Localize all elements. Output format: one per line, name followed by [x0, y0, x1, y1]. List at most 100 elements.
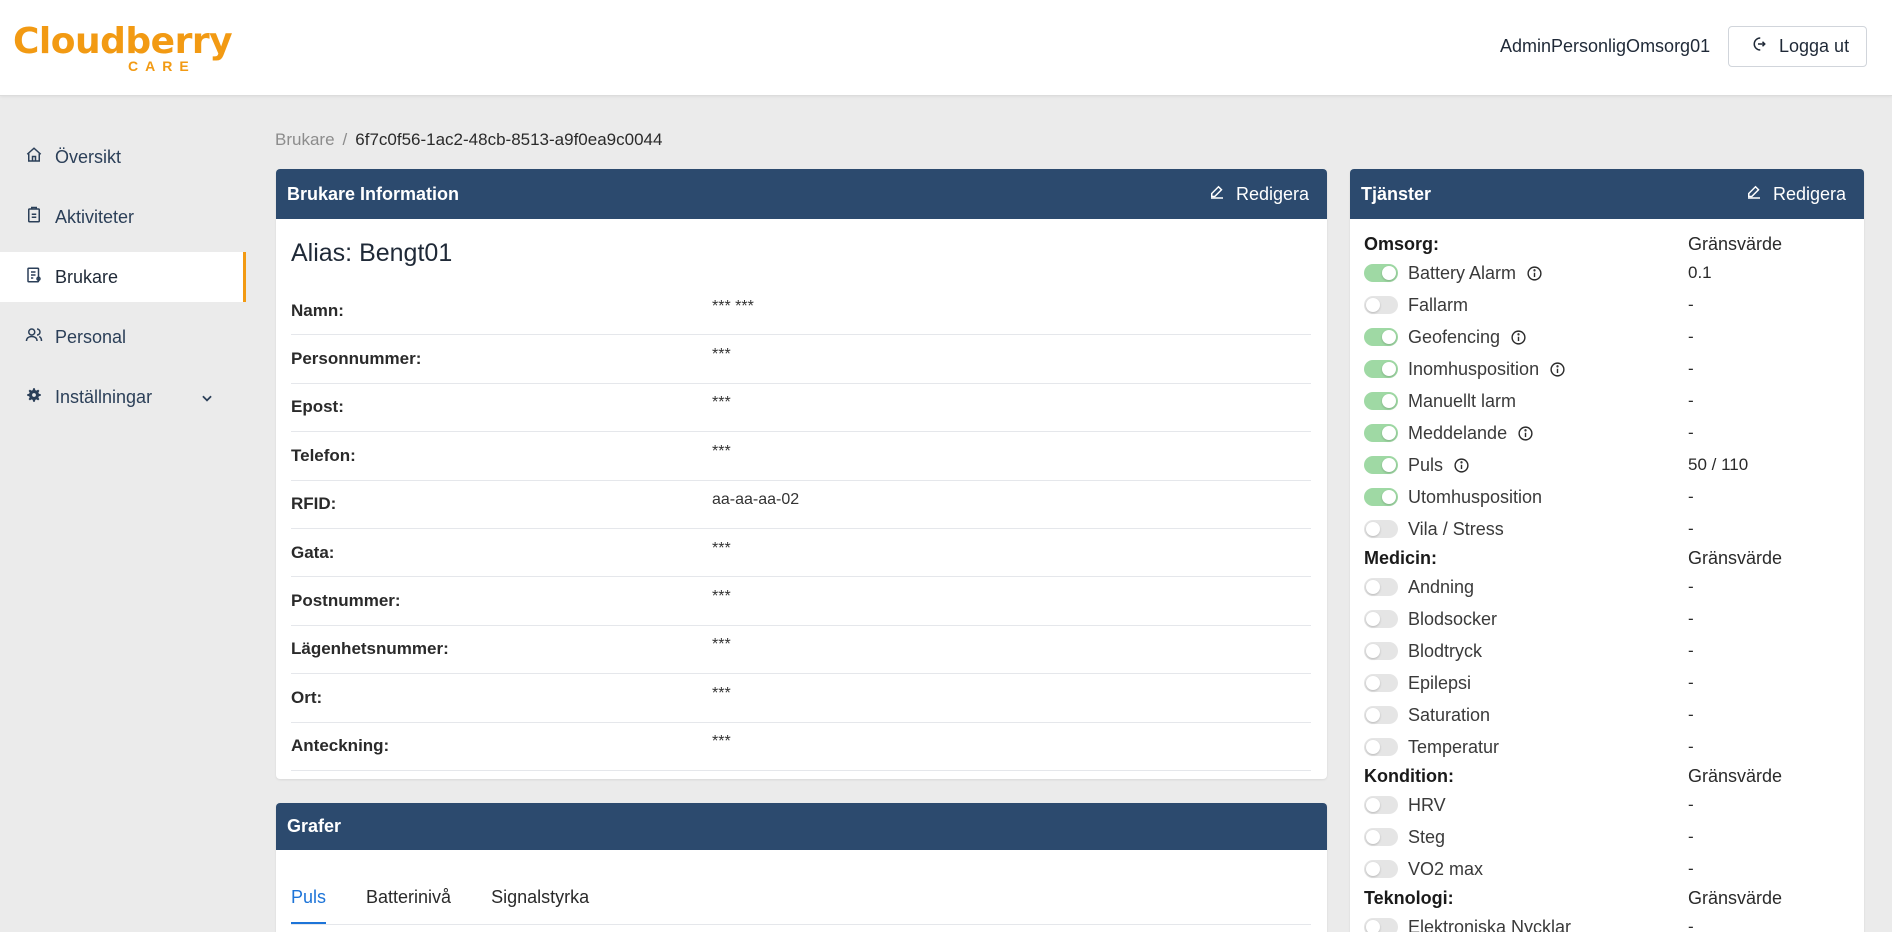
field-value: ***: [712, 684, 731, 702]
service-toggle[interactable]: [1364, 642, 1398, 660]
service-toggle[interactable]: [1364, 828, 1398, 846]
info-icon[interactable]: [1517, 425, 1534, 442]
edit-user-button[interactable]: Redigera: [1208, 183, 1309, 206]
field-value: ***: [712, 539, 731, 557]
edit-label: Redigera: [1772, 183, 1846, 204]
people-icon: [25, 326, 55, 349]
sidebar-item-oversikt[interactable]: Översikt: [0, 132, 246, 182]
service-row: Geofencing -: [1364, 321, 1850, 353]
breadcrumb: Brukare / 6f7c0f56-1ac2-48cb-8513-a9f0ea9c…: [275, 130, 662, 150]
graphs-card: Grafer Puls Batterinivå Signalstyrka: [276, 803, 1327, 932]
logo-main-text: Cloudberry: [13, 21, 233, 62]
service-name: Elektroniska Nycklar: [1408, 916, 1572, 932]
service-name: Temperatur: [1408, 736, 1500, 757]
clipboard-icon: [25, 206, 55, 229]
service-toggle[interactable]: [1364, 456, 1398, 474]
service-toggle[interactable]: [1364, 424, 1398, 442]
service-row: Puls 50 / 110: [1364, 449, 1850, 481]
edit-services-button[interactable]: Redigera: [1745, 183, 1846, 206]
services-list: Omsorg: Gränsvärde Battery Alarm 0.1 Fallarm…: [1364, 231, 1850, 932]
threshold-header: Gränsvärde: [1688, 887, 1783, 908]
service-threshold: -: [1688, 917, 1694, 932]
service-name: Epilepsi: [1408, 672, 1472, 693]
info-row-ort: Ort: ***: [291, 674, 1311, 723]
service-toggle[interactable]: [1364, 918, 1398, 932]
service-toggle[interactable]: [1364, 488, 1398, 506]
info-icon[interactable]: [1453, 457, 1470, 474]
info-row-namn: Namn: *** ***: [291, 287, 1311, 336]
service-name: Blodtryck: [1408, 640, 1483, 661]
sidebar-item-personal[interactable]: Personal: [0, 312, 246, 362]
service-toggle[interactable]: [1364, 328, 1398, 346]
info-icon[interactable]: [1549, 361, 1566, 378]
service-toggle[interactable]: [1364, 674, 1398, 692]
tab-signalstyrka[interactable]: Signalstyrka: [491, 877, 589, 924]
service-threshold: -: [1688, 577, 1694, 596]
card-title: Brukare Information: [287, 183, 460, 204]
sidebar-item-label: Översikt: [55, 146, 122, 167]
service-name: Saturation: [1408, 704, 1491, 725]
threshold-header: Gränsvärde: [1688, 233, 1783, 254]
tab-puls[interactable]: Puls: [291, 877, 327, 924]
service-threshold: -: [1688, 327, 1694, 346]
sidebar-item-installningar[interactable]: Inställningar: [0, 372, 246, 422]
service-row: Steg -: [1364, 821, 1850, 853]
threshold-header: Gränsvärde: [1688, 765, 1783, 786]
card-header: Grafer: [276, 803, 1327, 850]
field-value: ***: [712, 733, 731, 751]
service-toggle[interactable]: [1364, 738, 1398, 756]
field-value: *** ***: [712, 297, 754, 315]
breadcrumb-parent[interactable]: Brukare: [275, 130, 335, 149]
service-name: Puls: [1408, 454, 1444, 475]
logout-button[interactable]: Logga ut: [1728, 26, 1867, 67]
service-toggle[interactable]: [1364, 706, 1398, 724]
service-toggle[interactable]: [1364, 610, 1398, 628]
service-name: Vila / Stress: [1408, 518, 1504, 539]
service-threshold: -: [1688, 609, 1694, 628]
current-user-name: AdminPersonligOmsorg01: [1500, 36, 1711, 56]
service-toggle[interactable]: [1364, 520, 1398, 538]
info-row-epost: Epost: ***: [291, 384, 1311, 433]
service-toggle[interactable]: [1364, 392, 1398, 410]
service-row: Elektroniska Nycklar -: [1364, 911, 1850, 932]
service-name-cell: Blodsocker: [1364, 609, 1688, 630]
service-toggle[interactable]: [1364, 296, 1398, 314]
top-bar: Cloudberry CARE AdminPersonligOmsorg01 L…: [0, 0, 1892, 96]
service-name: Battery Alarm: [1408, 262, 1517, 283]
service-row: Battery Alarm 0.1: [1364, 257, 1850, 289]
field-label: Ort:: [291, 687, 323, 707]
service-toggle[interactable]: [1364, 860, 1398, 878]
service-name: Geofencing: [1408, 326, 1501, 347]
service-name-cell: Steg: [1364, 827, 1688, 848]
graph-tabs: Puls Batterinivå Signalstyrka: [291, 877, 1311, 925]
info-icon[interactable]: [1510, 329, 1527, 346]
sidebar-item-aktiviteter[interactable]: Aktiviteter: [0, 192, 246, 242]
chevron-down-icon[interactable]: [200, 389, 226, 410]
service-toggle[interactable]: [1364, 578, 1398, 596]
service-name: Inomhusposition: [1408, 358, 1540, 379]
card-header: Brukare Information Redigera: [276, 169, 1327, 219]
service-group-name: Medicin:: [1364, 547, 1438, 568]
info-rows: Namn: *** *** Personnummer: *** Epost: *** …: [291, 287, 1311, 771]
field-label: RFID:: [291, 494, 337, 514]
sidebar-item-brukare[interactable]: Brukare: [0, 252, 246, 302]
service-name-cell: Battery Alarm: [1364, 263, 1688, 284]
services-card: Tjänster Redigera Omsorg: Gränsvärde Batte…: [1350, 169, 1864, 932]
service-toggle[interactable]: [1364, 796, 1398, 814]
service-threshold: -: [1688, 487, 1694, 506]
user-list-icon: [25, 266, 55, 289]
info-icon[interactable]: [1526, 265, 1543, 282]
user-information-card: Brukare Information Redigera Alias: Beng…: [276, 169, 1327, 779]
threshold-header: Gränsvärde: [1688, 547, 1783, 568]
breadcrumb-separator: /: [342, 130, 348, 149]
sidebar-item-label: Brukare: [55, 266, 119, 287]
card-header: Tjänster Redigera: [1350, 169, 1864, 219]
service-toggle[interactable]: [1364, 360, 1398, 378]
service-group-header: Kondition: Gränsvärde: [1364, 763, 1850, 789]
info-row-telefon: Telefon: ***: [291, 432, 1311, 481]
service-name: Steg: [1408, 826, 1446, 847]
service-toggle[interactable]: [1364, 264, 1398, 282]
cloudberry-logo[interactable]: Cloudberry CARE: [13, 21, 237, 75]
service-row: Vila / Stress -: [1364, 513, 1850, 545]
tab-batteriniva[interactable]: Batterinivå: [366, 877, 451, 924]
